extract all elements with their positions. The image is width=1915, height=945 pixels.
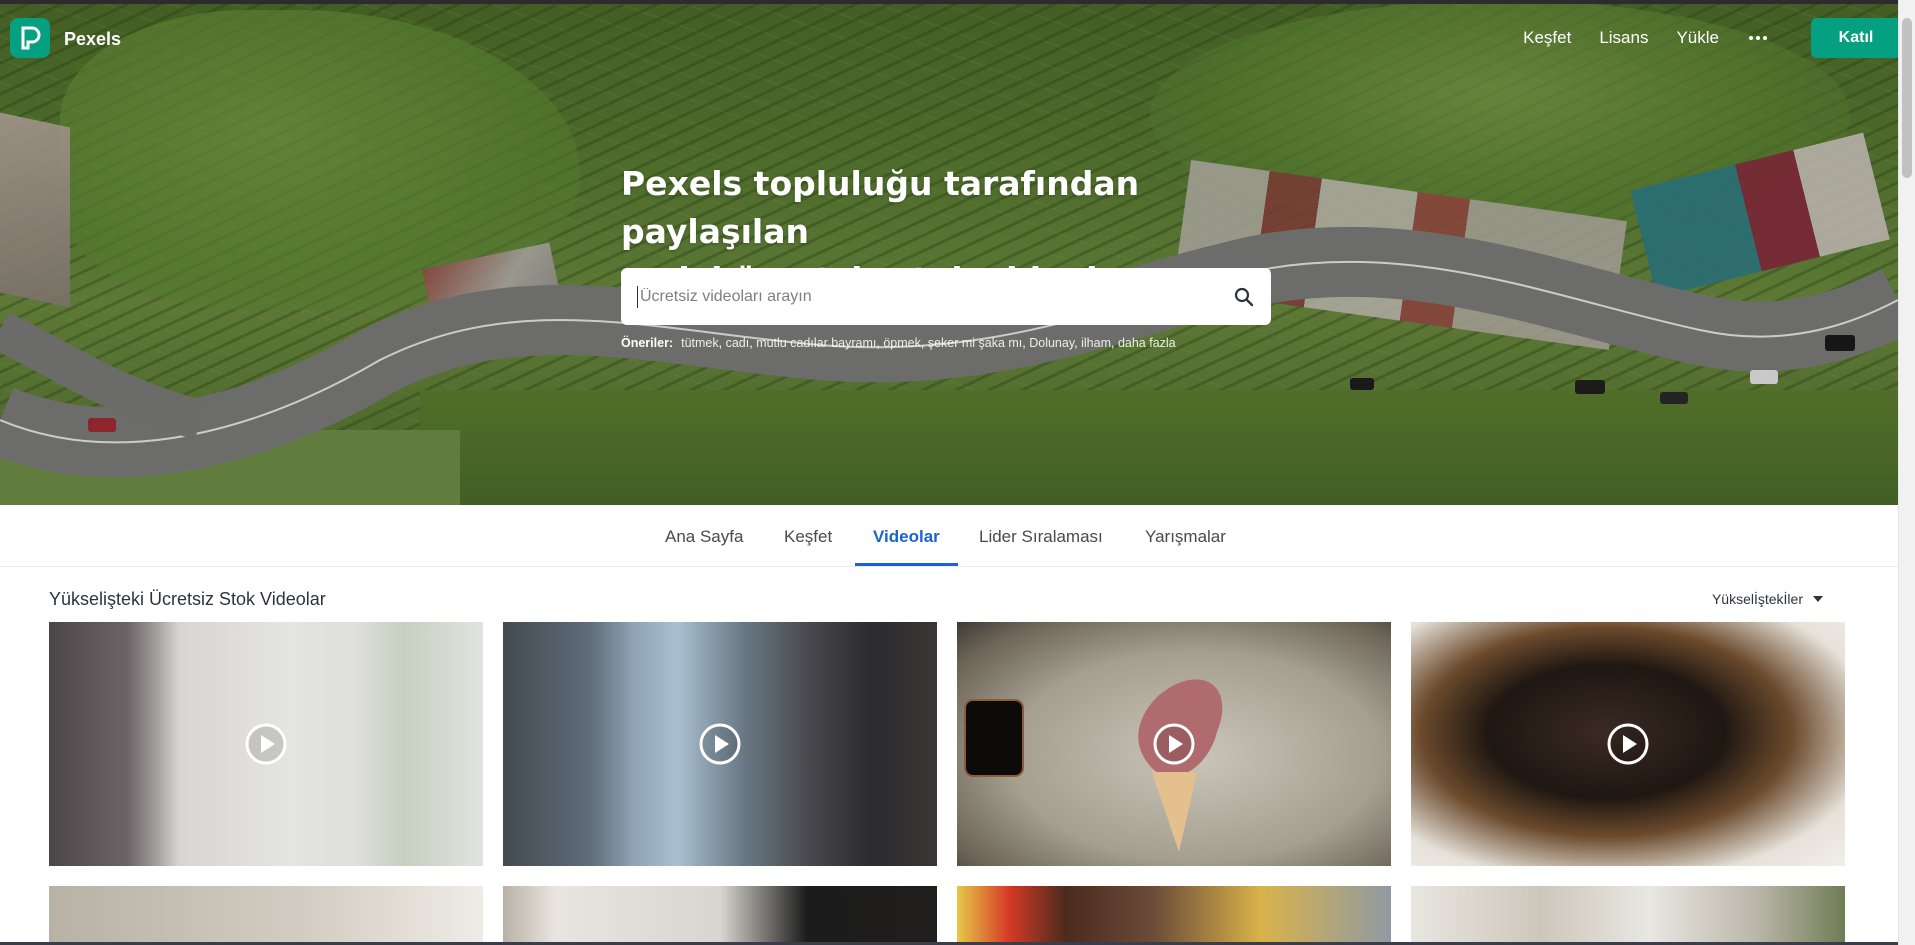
scrollbar-thumb[interactable] <box>1902 18 1912 178</box>
video-tile[interactable] <box>49 886 483 945</box>
video-tile[interactable] <box>957 886 1391 945</box>
window-top-edge <box>0 0 1898 4</box>
sort-dropdown[interactable]: Yükselİştekİler <box>1712 591 1823 607</box>
pexels-logo-icon[interactable] <box>10 18 50 58</box>
play-icon[interactable] <box>698 722 742 766</box>
tab-challenges[interactable]: Yarışmalar <box>1145 527 1226 547</box>
section-tabs: Ana Sayfa Keşfet Videolar Lider Sıralama… <box>0 505 1898 567</box>
section-title: Yükselişteki Ücretsiz Stok Videolar <box>49 589 326 609</box>
tab-home[interactable]: Ana Sayfa <box>665 527 743 547</box>
suggestions-label: Öneriler: <box>621 336 674 350</box>
play-icon[interactable] <box>244 722 288 766</box>
video-tile[interactable] <box>503 886 937 945</box>
video-tile[interactable] <box>49 622 483 866</box>
page-scrollbar[interactable] <box>1898 0 1915 945</box>
chevron-down-icon <box>1813 596 1823 602</box>
video-tile[interactable] <box>1411 622 1845 866</box>
active-tab-indicator <box>855 563 958 566</box>
brand-name[interactable]: Pexels <box>64 29 121 50</box>
tab-videos[interactable]: Videolar <box>873 527 940 547</box>
suggestion-link[interactable]: tütmek <box>681 336 719 350</box>
search-icon[interactable] <box>1229 282 1259 312</box>
ellipsis-icon[interactable] <box>1749 28 1767 48</box>
suggestion-link[interactable]: mutlu cadılar bayramı <box>756 336 876 350</box>
suggestion-link[interactable]: Dolunay <box>1029 336 1074 350</box>
separator: , <box>920 336 928 350</box>
search-suggestions: Öneriler: tütmek, cadı, mutlu cadılar bay… <box>621 336 1176 350</box>
separator: , <box>1110 336 1118 350</box>
suggestion-link[interactable]: cadı <box>726 336 750 350</box>
join-button[interactable]: Katıl <box>1811 18 1901 58</box>
suggestion-link[interactable]: şeker mi şaka mı <box>928 336 1022 350</box>
nav-link-explore[interactable]: Keşfet <box>1523 28 1571 48</box>
video-tile[interactable] <box>1411 886 1845 945</box>
separator: , <box>718 336 726 350</box>
hero-title-line-1: Pexels topluluğu tarafından paylaşılan <box>621 164 1140 251</box>
search-bar <box>621 268 1271 325</box>
nav-link-license[interactable]: Lisans <box>1599 28 1648 48</box>
nav-link-upload[interactable]: Yükle <box>1676 28 1719 48</box>
suggestion-link[interactable]: ilham <box>1081 336 1111 350</box>
video-tile[interactable] <box>503 622 937 866</box>
play-icon[interactable] <box>1152 722 1196 766</box>
suggestion-more-link[interactable]: daha fazla <box>1118 336 1176 350</box>
search-input[interactable] <box>637 285 1229 308</box>
video-tile[interactable] <box>957 622 1391 866</box>
play-icon[interactable] <box>1606 722 1650 766</box>
suggestion-link[interactable]: öpmek <box>883 336 921 350</box>
top-nav: Keşfet Lisans Yükle <box>1495 28 1767 48</box>
tab-leaderboard[interactable]: Lider Sıralaması <box>979 527 1103 547</box>
sort-label: Yükselİştekİler <box>1711 591 1803 607</box>
tab-explore[interactable]: Keşfet <box>784 527 832 547</box>
